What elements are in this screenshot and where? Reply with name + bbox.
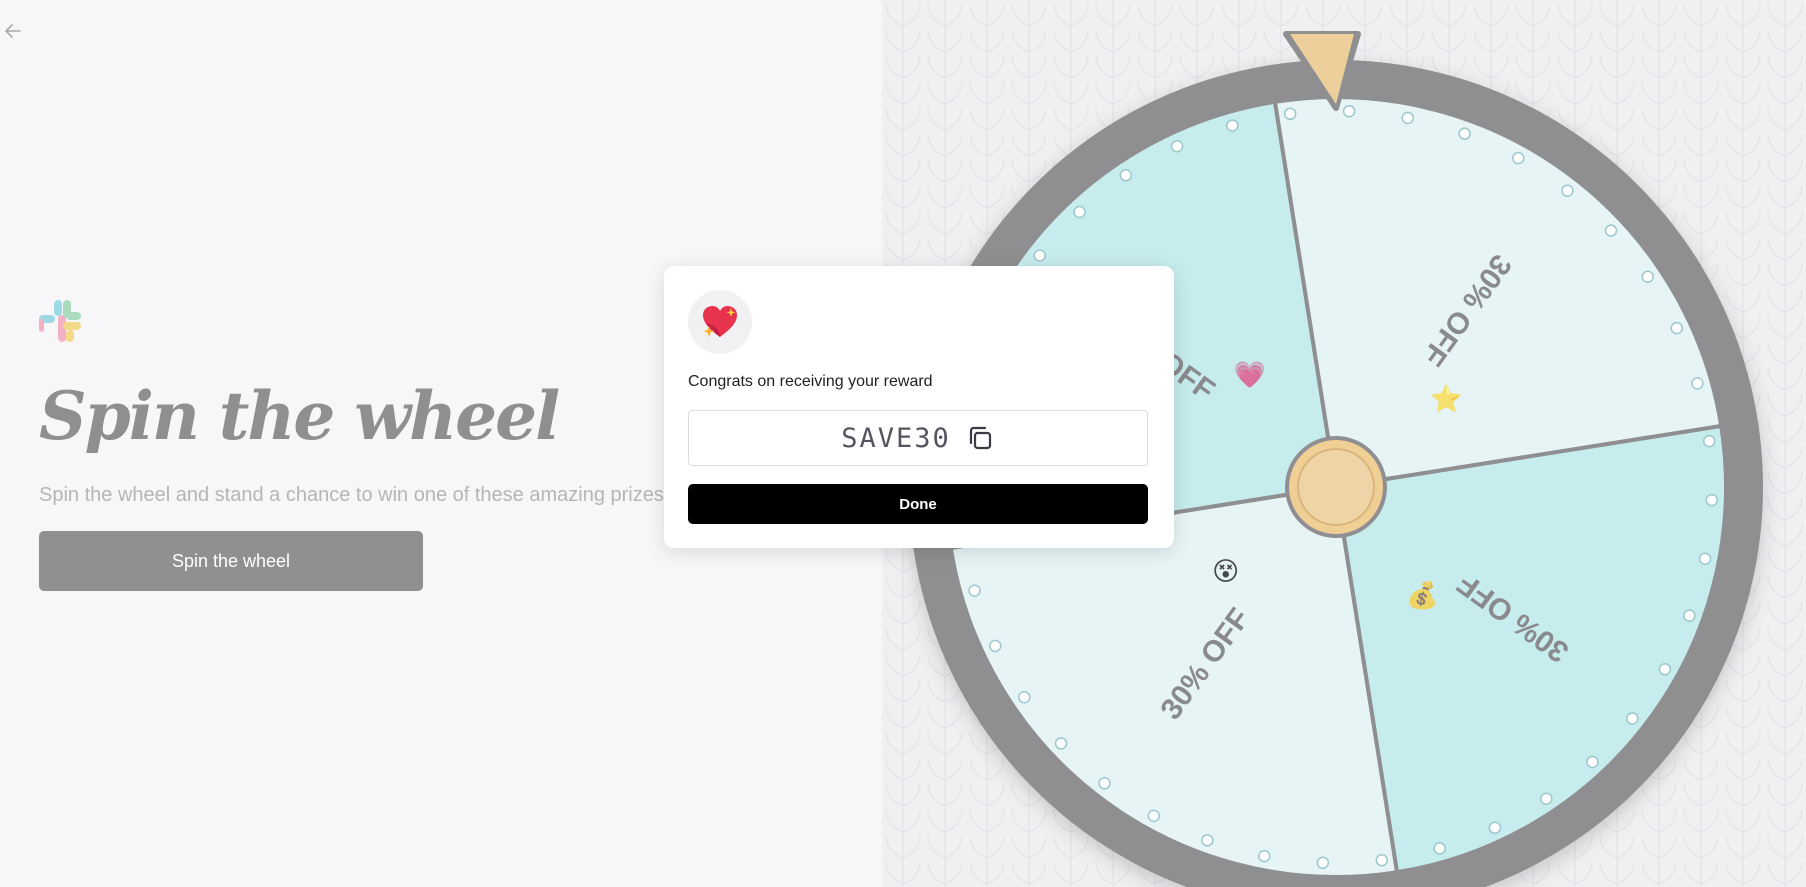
reward-icon-container [688,290,752,354]
wheel-light-dot [1226,119,1239,132]
wheel-light-dot [1283,107,1297,121]
wheel-light-dot [1316,856,1330,870]
wheel-light-dot [1458,127,1471,140]
reward-modal: Congrats on receiving your reward SAVE30… [664,266,1174,548]
wheel-light-dot [1702,434,1716,448]
wheel-light-dot [1433,842,1446,855]
wheel-light-dot [968,584,981,597]
coupon-code-box: SAVE30 [688,410,1148,466]
arrow-left-icon [5,24,21,38]
spin-wheel-button[interactable]: Spin the wheel [39,531,423,591]
wheel-light-dot [1512,151,1525,165]
wheel-light-dot [1342,104,1356,118]
hero-section: Spin the wheel Spin the wheel and stand … [39,300,739,591]
wheel-light-dot [1691,377,1704,390]
wheel-light-dot [1073,205,1086,219]
slack-logo-icon [39,300,81,342]
wheel-light-dot [1119,169,1132,182]
wheel-light-dot [1054,737,1068,750]
done-button[interactable]: Done [688,484,1148,524]
wheel-light-dot [1098,777,1111,790]
wheel-light-dot [1540,792,1553,805]
wheel-light-dot [988,639,1002,653]
wheel-light-dot [1018,691,1031,704]
wheel-light-dot [1683,609,1696,622]
wheel-light-dot [1170,139,1184,153]
money-bag-icon: 💰 [1406,580,1438,611]
coupon-code[interactable]: SAVE30 [841,423,951,454]
heart-icon: 💗 [1234,360,1267,390]
wheel-light-dot [1561,184,1574,197]
star-icon: ⭐ [1430,384,1462,414]
wheel-light-dot [1258,849,1271,863]
page-subtitle: Spin the wheel and stand a chance to win… [39,484,664,506]
copy-icon [969,426,991,450]
wheel-light-dot [1033,249,1046,262]
wheel-light-dot [1147,809,1160,823]
wheel-light-dot [1604,224,1618,237]
wheel-light-dot [1641,270,1654,283]
wheel-light-dot [1375,853,1389,867]
wheel-light-dot [1401,111,1414,125]
wheel-light-dot [1586,755,1599,769]
wheel-light-dot [1201,834,1214,847]
wheel-light-dot [1705,493,1719,507]
congrats-message: Congrats on receiving your reward [688,373,933,390]
copy-code-button[interactable] [965,423,995,453]
wheel-light-dot [1698,552,1712,565]
back-button[interactable] [2,20,24,42]
page-title: Spin the wheel [39,377,560,455]
sparkling-heart-icon [703,306,737,337]
wheel-light-dot [1626,712,1639,725]
wheel-light-dot [1488,821,1502,835]
face-icon: 😵 [1212,556,1239,586]
wheel-light-dot [1670,321,1684,335]
wheel-light-dot [1658,663,1672,676]
